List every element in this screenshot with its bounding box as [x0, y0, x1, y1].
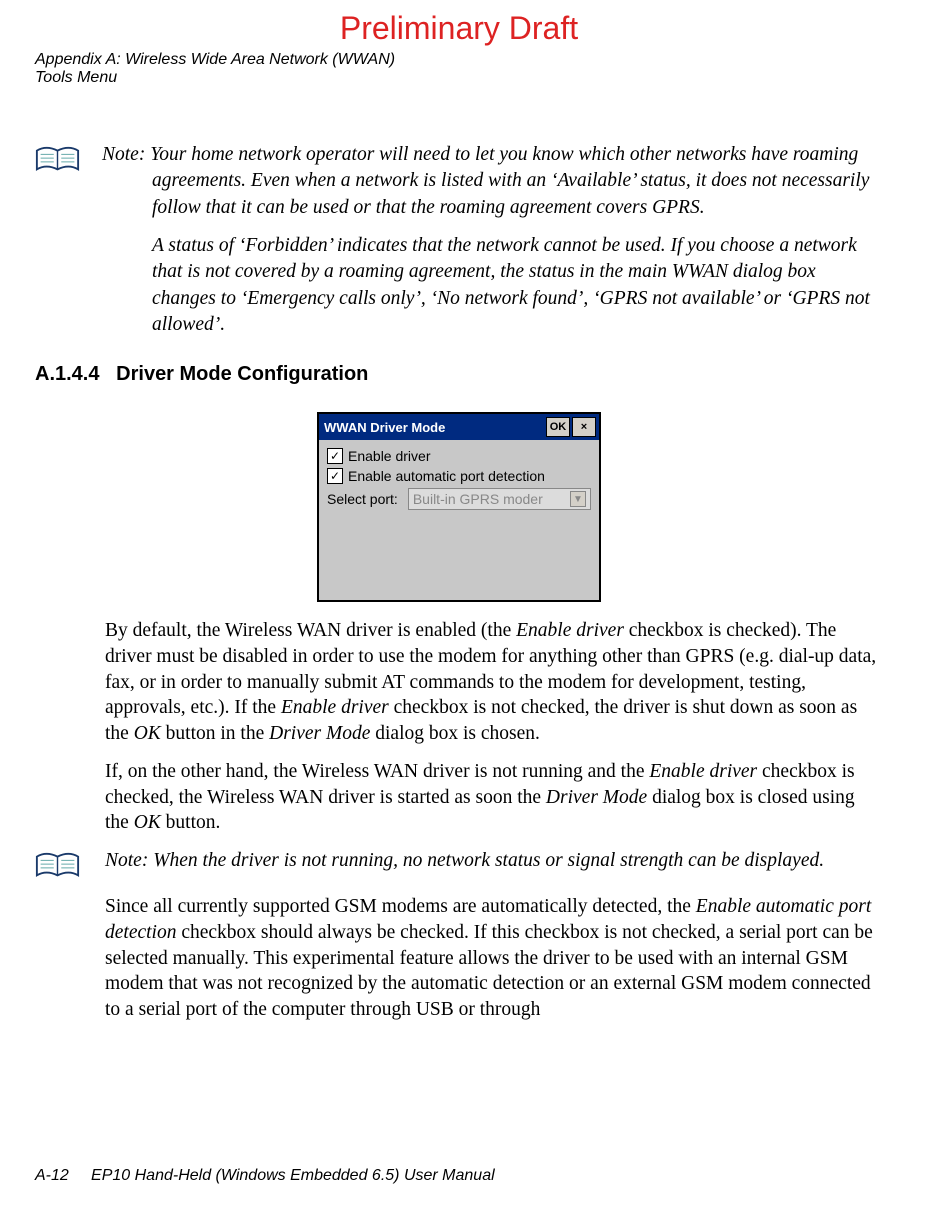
enable-driver-label: Enable driver: [348, 448, 431, 464]
dialog-titlebar: WWAN Driver Mode OK ×: [319, 414, 599, 440]
body1-t4: button in the: [161, 723, 269, 744]
select-port-value: Built-in GPRS moder: [413, 491, 543, 507]
select-port-label: Select port:: [327, 491, 398, 507]
dialog-title: WWAN Driver Mode: [322, 420, 544, 435]
book-icon: [35, 145, 80, 180]
body1-t1: By default, the Wireless WAN driver is e…: [105, 620, 516, 641]
body1-i2: Enable driver: [281, 697, 389, 718]
body1-i1: Enable driver: [516, 620, 624, 641]
ok-button[interactable]: OK: [546, 417, 570, 437]
note1-p2: A status of ‘Forbidden’ indicates that t…: [102, 233, 883, 338]
body2-t1: If, on the other hand, the Wireless WAN …: [105, 761, 649, 782]
appendix-header: Appendix A: Wireless Wide Area Network (…: [35, 51, 883, 87]
note-block-1: Note: Your home network operator will ne…: [35, 142, 883, 338]
note2-text: When the driver is not running, no netwo…: [153, 850, 824, 871]
body1-i4: Driver Mode: [269, 723, 370, 744]
page-number: A-12: [35, 1167, 69, 1184]
note-label: Note:: [102, 144, 145, 165]
body3-t2: checkbox should always be checked. If th…: [105, 922, 873, 1020]
note1-p1: Your home network operator will need to …: [150, 144, 869, 218]
section-title: Driver Mode Configuration: [116, 363, 368, 385]
enable-auto-port-label: Enable automatic port detection: [348, 468, 545, 484]
body1-i3: OK: [134, 723, 161, 744]
chevron-down-icon: ▼: [570, 491, 586, 507]
body2-i2: Driver Mode: [546, 787, 647, 808]
body2-i1: Enable driver: [649, 761, 757, 782]
body-paragraph-1: By default, the Wireless WAN driver is e…: [105, 618, 883, 747]
preliminary-draft: Preliminary Draft: [35, 10, 883, 47]
body-paragraph-3: Since all currently supported GSM modems…: [105, 894, 883, 1023]
section-number: A.1.4.4: [35, 363, 99, 385]
book-icon: [35, 851, 80, 886]
note2-label: Note:: [105, 850, 148, 871]
body1-t5: dialog box is chosen.: [370, 723, 540, 744]
body-paragraph-2: If, on the other hand, the Wireless WAN …: [105, 759, 883, 836]
page-footer: A-12 EP10 Hand-Held (Windows Embedded 6.…: [35, 1167, 495, 1185]
enable-auto-port-checkbox[interactable]: ✓: [327, 468, 343, 484]
enable-driver-checkbox[interactable]: ✓: [327, 448, 343, 464]
select-port-combo[interactable]: Built-in GPRS moder ▼: [408, 488, 591, 510]
section-heading: A.1.4.4 Driver Mode Configuration: [35, 363, 883, 386]
body2-i3: OK: [134, 812, 161, 833]
close-button[interactable]: ×: [572, 417, 596, 437]
wwan-driver-mode-dialog: WWAN Driver Mode OK × ✓ Enable driver ✓ …: [317, 412, 601, 602]
manual-title: EP10 Hand-Held (Windows Embedded 6.5) Us…: [91, 1167, 495, 1184]
appendix-line1: Appendix A: Wireless Wide Area Network (…: [35, 51, 883, 69]
body2-t4: button.: [161, 812, 221, 833]
appendix-line2: Tools Menu: [35, 69, 883, 87]
body3-t1: Since all currently supported GSM modems…: [105, 896, 696, 917]
note-block-2: Note: When the driver is not running, no…: [35, 848, 883, 886]
